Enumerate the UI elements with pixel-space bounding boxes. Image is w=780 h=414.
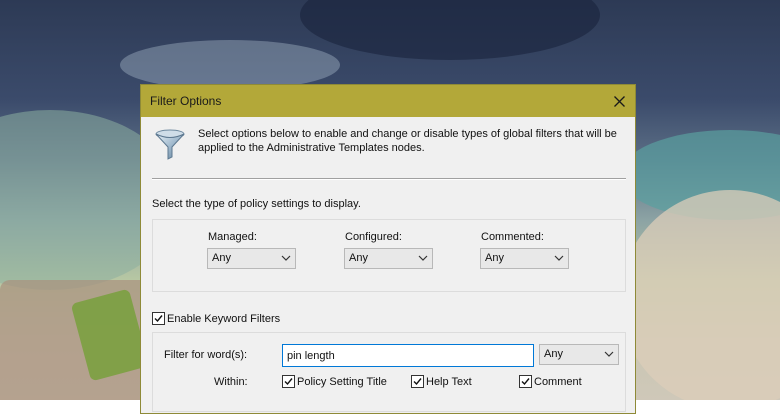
- commented-dropdown[interactable]: Any: [480, 248, 569, 269]
- configured-label: Configured:: [345, 231, 402, 243]
- checkmark-icon: [413, 378, 422, 386]
- commented-value: Any: [485, 252, 504, 264]
- filter-words-input[interactable]: [282, 344, 534, 367]
- chevron-down-icon: [604, 351, 614, 357]
- title-bar[interactable]: Filter Options: [141, 85, 635, 117]
- filter-words-label: Filter for word(s):: [164, 349, 248, 361]
- keyword-match-value: Any: [544, 348, 563, 360]
- chevron-down-icon: [281, 255, 291, 261]
- checkmark-icon: [521, 378, 530, 386]
- policy-title-checkbox[interactable]: [282, 375, 295, 388]
- filter-options-dialog: Filter Options Select options below to e…: [140, 84, 636, 414]
- help-text-checkbox[interactable]: [411, 375, 424, 388]
- managed-label: Managed:: [208, 231, 257, 243]
- commented-label: Commented:: [481, 231, 544, 243]
- comment-label[interactable]: Comment: [534, 376, 582, 388]
- dialog-title: Filter Options: [150, 94, 222, 108]
- configured-value: Any: [349, 252, 368, 264]
- wallpaper-shape: [300, 0, 600, 60]
- policy-type-prompt: Select the type of policy settings to di…: [152, 198, 361, 210]
- chevron-down-icon: [418, 255, 428, 261]
- policy-title-label[interactable]: Policy Setting Title: [297, 376, 387, 388]
- within-label: Within:: [214, 376, 248, 388]
- wallpaper-shape: [120, 40, 340, 90]
- configured-dropdown[interactable]: Any: [344, 248, 433, 269]
- wallpaper-shape: [620, 190, 780, 400]
- managed-dropdown[interactable]: Any: [207, 248, 296, 269]
- enable-keyword-label[interactable]: Enable Keyword Filters: [167, 313, 280, 325]
- close-button[interactable]: [603, 85, 635, 117]
- help-text-label[interactable]: Help Text: [426, 376, 472, 388]
- checkmark-icon: [284, 378, 293, 386]
- chevron-down-icon: [554, 255, 564, 261]
- funnel-icon: [155, 129, 185, 160]
- close-icon: [613, 95, 625, 107]
- comment-checkbox[interactable]: [519, 375, 532, 388]
- divider: [152, 178, 626, 180]
- enable-keyword-checkbox[interactable]: [152, 312, 165, 325]
- keyword-match-dropdown[interactable]: Any: [539, 344, 619, 365]
- managed-value: Any: [212, 252, 231, 264]
- intro-description: Select options below to enable and chang…: [198, 128, 617, 154]
- checkmark-icon: [154, 315, 163, 323]
